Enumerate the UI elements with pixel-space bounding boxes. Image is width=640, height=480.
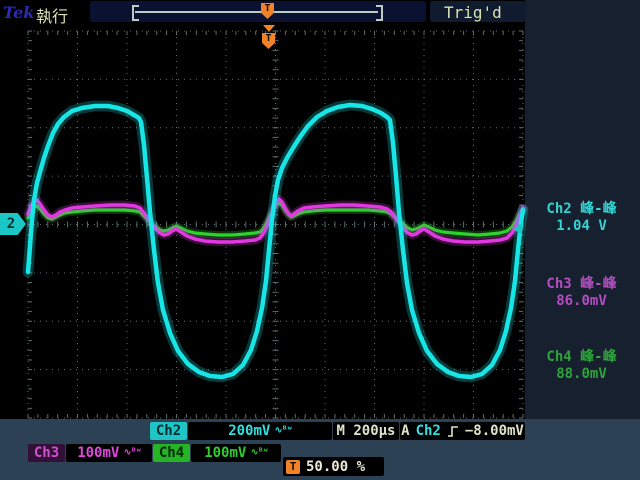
rising-edge-icon — [447, 425, 459, 438]
record-view-bar: T — [90, 1, 426, 22]
oscilloscope-screen: Tek 執行 T Trig'd T 2 Ch2 峰-峰 1.04 V Ch3 峰… — [0, 0, 640, 480]
record-view-left-bracket — [132, 5, 139, 21]
trigger-status: Trig'd — [444, 3, 502, 22]
acquisition-status: 執行 — [36, 3, 68, 27]
trigger-position-readout: T 50.00 % — [283, 457, 384, 476]
timebase-readout: M 200µs — [333, 422, 399, 440]
trigger-mode: A — [401, 422, 409, 440]
trigger-level-icon — [513, 223, 522, 235]
measurement-ch4-pkpk: Ch4 峰-峰 88.0mV — [523, 349, 640, 383]
record-view-line — [135, 11, 378, 13]
trigger-source: Ch2 — [416, 422, 441, 440]
tek-logo: Tek — [3, 3, 34, 22]
ch3-scale-readout: 100mV ∿ᴮʷ — [66, 444, 152, 462]
trigger-position-t-icon: T — [286, 460, 300, 474]
ch2-badge: Ch2 — [150, 422, 187, 440]
ch4-scale: 100mV — [204, 444, 246, 462]
graticule — [0, 0, 640, 480]
ac-coupling-icon: ∿ᴮʷ — [123, 444, 140, 462]
ch4-scale-readout: 100mV ∿ᴮʷ — [191, 444, 281, 462]
ac-coupling-icon: ∿ᴮʷ — [274, 422, 291, 440]
measurement-value: 88.0mV — [523, 366, 640, 383]
measurement-ch2-pkpk: Ch2 峰-峰 1.04 V — [523, 201, 640, 235]
measurement-value: 86.0mV — [523, 293, 640, 310]
measurement-label: Ch2 峰-峰 — [523, 201, 640, 218]
trigger-position-icon: T — [261, 3, 274, 19]
timebase-value: M 200µs — [336, 422, 395, 440]
measurement-value: 1.04 V — [523, 218, 640, 235]
trigger-position-value: 50.00 % — [306, 459, 365, 475]
measurement-ch3-pkpk: Ch3 峰-峰 86.0mV — [523, 276, 640, 310]
measurement-label: Ch4 峰-峰 — [523, 349, 640, 366]
trigger-arrow-icon — [263, 25, 275, 32]
ch4-badge: Ch4 — [153, 444, 190, 462]
ac-coupling-icon: ∿ᴮʷ — [250, 444, 267, 462]
ch2-scale: 200mV — [228, 422, 270, 440]
trigger-readout: A Ch2 −8.00mV — [400, 422, 525, 440]
trigger-level: −8.00mV — [465, 422, 524, 440]
ch3-badge: Ch3 — [28, 444, 65, 462]
ch2-scale-readout: 200mV ∿ᴮʷ — [188, 422, 332, 440]
record-view-right-bracket — [376, 5, 383, 21]
measurement-label: Ch3 峰-峰 — [523, 276, 640, 293]
ch3-scale: 100mV — [77, 444, 119, 462]
